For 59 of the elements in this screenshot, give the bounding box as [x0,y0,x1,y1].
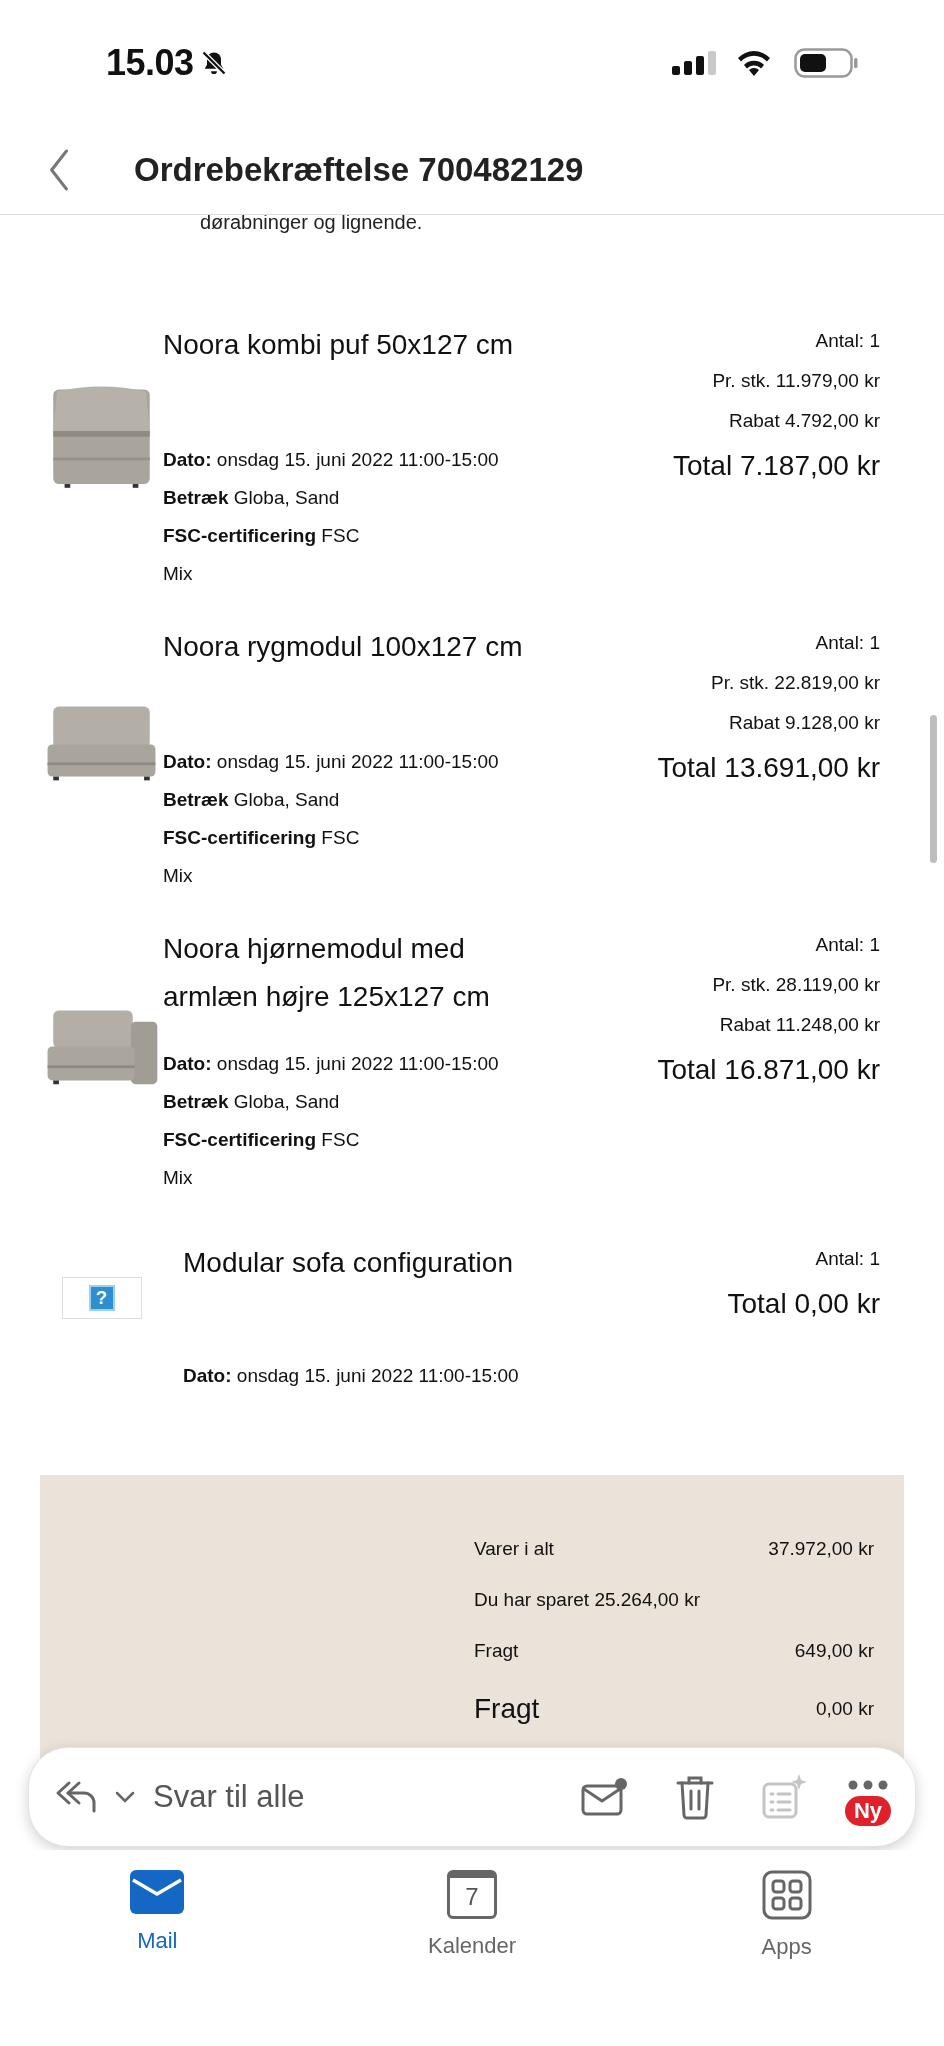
status-time: 15.03 [106,42,194,84]
calendar-icon: 7 [447,1870,497,1919]
unit-price: Pr. stk. 11.979,00 kr [712,369,880,393]
scrollbar[interactable] [930,715,937,863]
tab[interactable]: 7 Kalender [314,1870,630,1959]
email-subject: Ordrebekræftelse 700482129 [134,151,584,189]
reply-all-button[interactable]: Svar til alle [135,1779,305,1815]
apps-grid-icon [761,1870,812,1920]
mail-icon [130,1870,185,1914]
broken-image-icon: ? [61,1277,142,1319]
more-icon[interactable] [847,1780,888,1790]
unit-price: Pr. stk. 28.119,00 kr [712,973,880,997]
detail-line: FSC-certificering FSC [163,1128,361,1152]
quantity-text: Antal: 1 [815,1247,880,1271]
wifi-icon [736,50,772,76]
detail-line: Mix [163,1166,194,1190]
tab[interactable]: Mail [0,1870,315,1954]
product-title: Noora hjørnemodul med armlæn højre 125x127 cm [163,932,491,1014]
reply-all-icon[interactable] [55,1779,99,1815]
quantity-text: Antal: 1 [815,631,880,655]
quantity-text: Antal: 1 [815,933,880,957]
summary-label: Fragt [474,1693,540,1725]
summary-label: Du har sparet 25.264,00 kr [474,1588,701,1611]
detail-line: FSC-certificering FSC [163,826,361,850]
discount-text: Rabat 4.792,00 kr [728,409,880,433]
detail-line: FSC-certificering FSC [163,524,361,548]
trash-icon[interactable] [674,1774,715,1820]
product-title: Modular sofa configuration [183,1246,514,1280]
summary-value: 37.972,00 kr [768,1537,874,1560]
summary-label: Fragt [474,1639,519,1662]
battery-icon [794,48,858,78]
detail-line: Betræk Globa, Sand [163,486,341,510]
summary-value: 0,00 kr [815,1698,874,1720]
summary-label: Varer i alt [474,1537,554,1560]
signal-icon [672,51,716,75]
total-price: Total 7.187,00 kr [672,449,880,483]
detail-line: Betræk Globa, Sand [163,1090,341,1114]
summary-value: 649,00 kr [794,1639,874,1662]
detail-line: Dato: onsdag 15. juni 2022 11:00-15:00 [163,750,500,774]
mark-unread-icon[interactable] [580,1776,629,1818]
detail-line: Mix [163,864,194,888]
total-price: Total 16.871,00 kr [657,1053,880,1087]
detail-line: Dato: onsdag 15. juni 2022 11:00-15:00 [163,448,500,472]
discount-text: Rabat 11.248,00 kr [719,1013,880,1037]
detail-line: Mix [163,562,194,586]
product-title: Noora rygmodul 100x127 cm [163,630,524,664]
new-badge: Ny [844,1796,891,1826]
chevron-down-icon[interactable] [115,1791,135,1803]
tab[interactable]: Apps [629,1870,944,1960]
discount-text: Rabat 9.128,00 kr [728,711,880,735]
detail-line: Betræk Globa, Sand [163,788,341,812]
body-text: dørabninger og lignende. [200,215,424,235]
total-price: Total 13.691,00 kr [657,751,880,785]
total-price: Total 0,00 kr [727,1287,880,1321]
quantity-text: Antal: 1 [815,329,880,353]
product-title: Noora kombi puf 50x127 cm [163,328,515,362]
detail-line: Dato: onsdag 15. juni 2022 11:00-15:00 [163,1052,500,1076]
detail-line: Dato: onsdag 15. juni 2022 11:00-15:00 [183,1364,520,1388]
unit-price: Pr. stk. 22.819,00 kr [711,671,880,695]
